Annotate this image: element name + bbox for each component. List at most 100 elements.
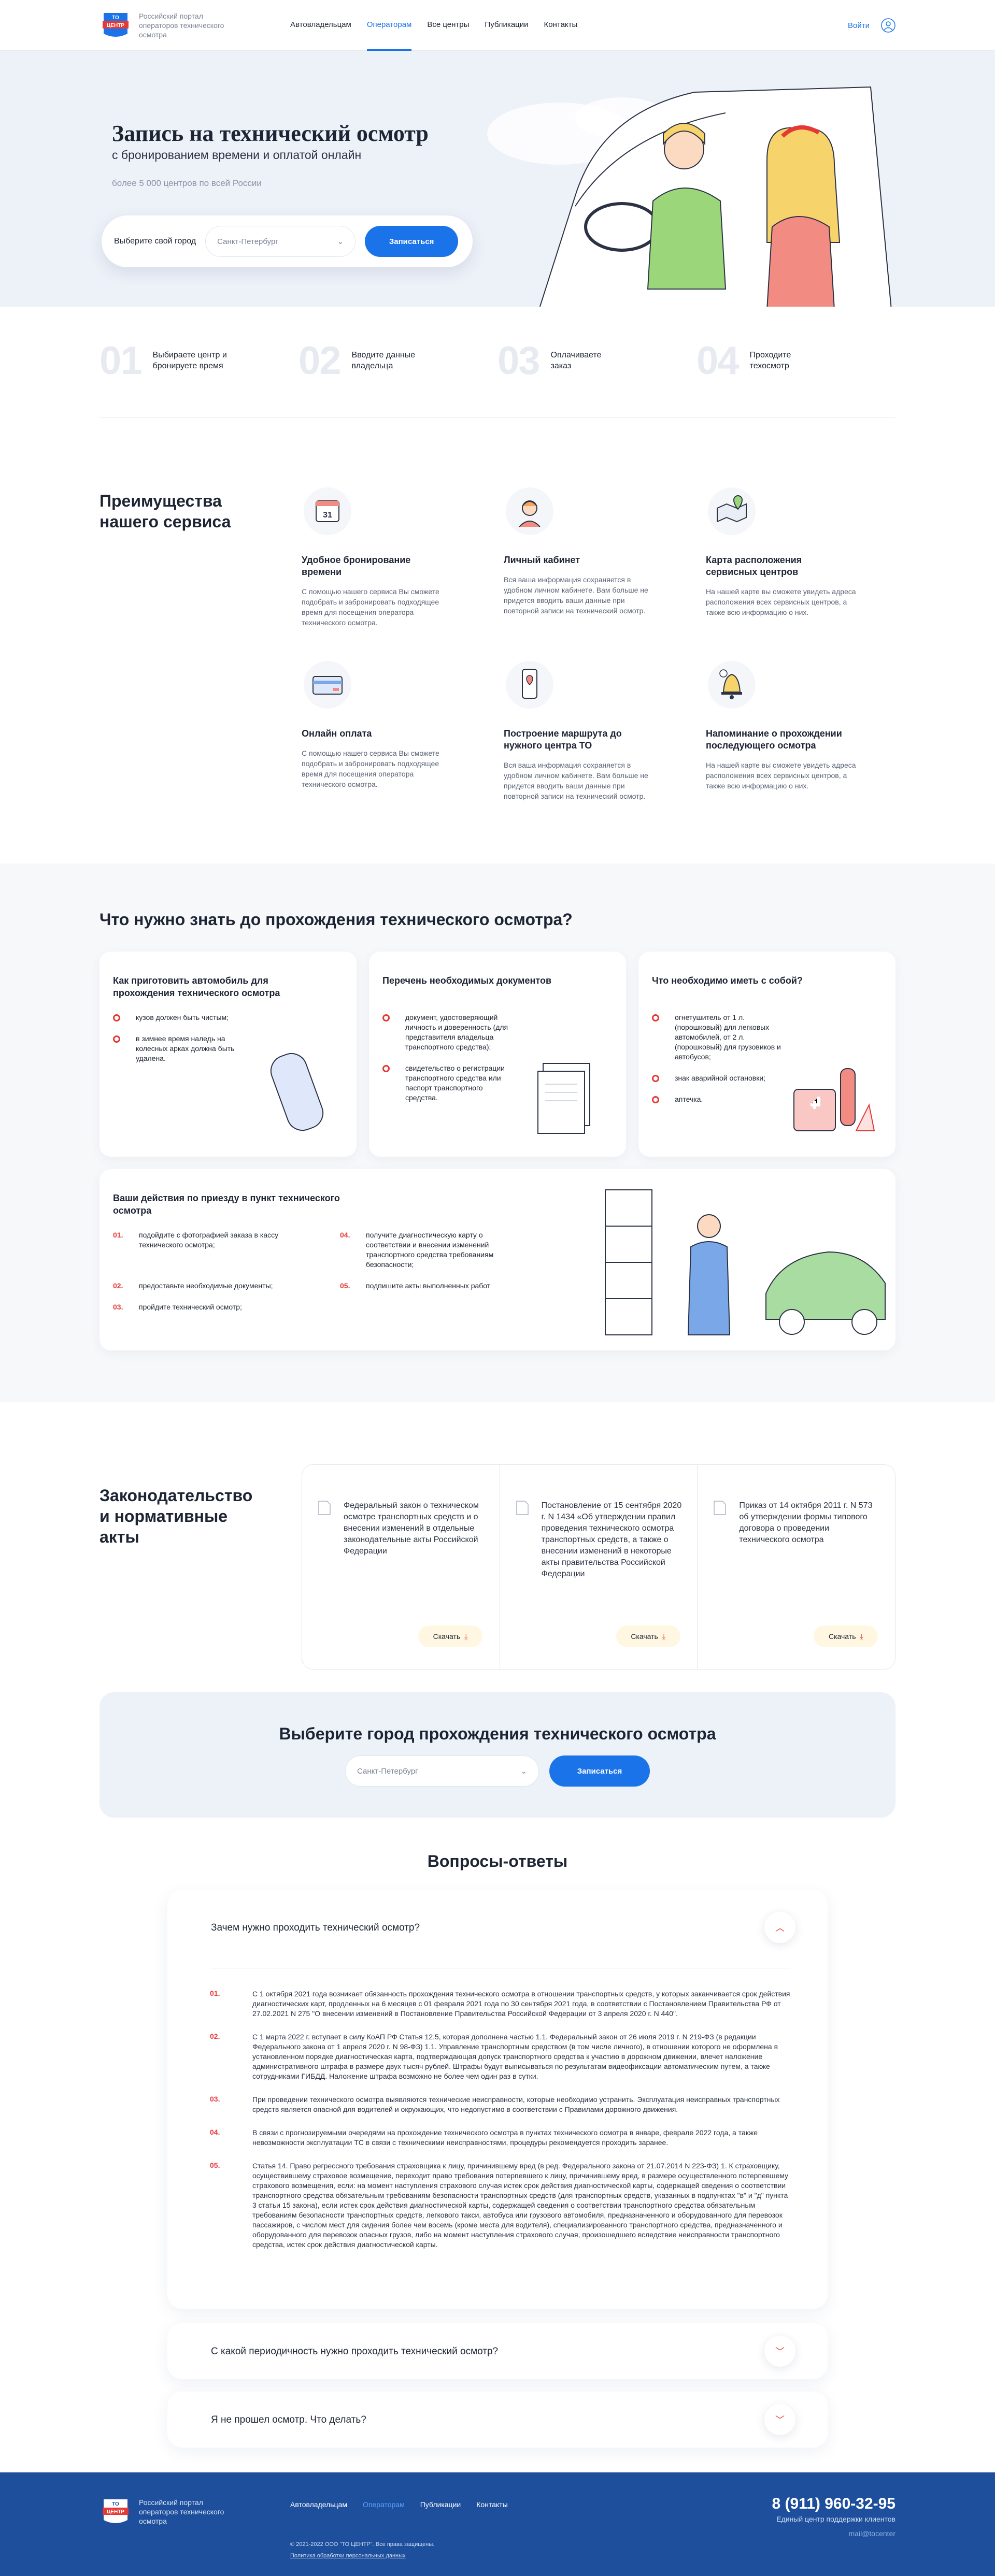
footer-nav-contacts[interactable]: Контакты <box>476 2500 507 2509</box>
benefit-title: Онлайн оплата <box>302 728 372 739</box>
law-text: Федеральный закон о техническом осмотре … <box>344 1501 479 1556</box>
benefit-text: С помощью нашего сервиса Вы сможете подо… <box>302 587 439 627</box>
card-list: огнетушитель от 1 л. (порошковый) для ле… <box>652 1013 781 1116</box>
city-select-value: Санкт-Петербург <box>357 1766 418 1776</box>
info-card-car: Как приготовить автомобиль для прохожден… <box>100 952 357 1157</box>
footer-logo[interactable]: ТО ЦЕНТР Российский портал операторов те… <box>100 2497 232 2526</box>
benefit-text: Вся ваша информация сохраняется в удобно… <box>504 761 648 800</box>
step-number: 04 <box>696 338 740 383</box>
documents-illustration <box>537 1063 590 1134</box>
chevron-up-icon[interactable]: ︿ <box>764 1912 795 1943</box>
svg-text:31: 31 <box>323 511 332 520</box>
answer-item: 02. С 1 марта 2022 г. вступает в силу КоА… <box>210 2032 790 2081</box>
svg-text:ТО: ТО <box>112 15 119 21</box>
book-button[interactable]: Записаться <box>365 226 459 257</box>
choose-title: Выберите город прохождения технического … <box>279 1724 716 1743</box>
map-icon <box>708 487 756 535</box>
centers-count: более 5 000 центров по всей России <box>112 178 262 188</box>
copyright: © 2021-2022 ООО "ТО ЦЕНТР". Все права за… <box>290 2541 435 2548</box>
logo-icon: ТО ЦЕНТР <box>103 2499 129 2523</box>
answer-number: 04. <box>210 2128 220 2136</box>
pdf-icon <box>714 1501 727 1515</box>
action-number: 01. <box>113 1231 123 1239</box>
book-button[interactable]: Записаться <box>549 1755 650 1787</box>
download-icon: ⤓ <box>662 1632 666 1640</box>
actions-list: 01. подойдите с фотографией заказа в касс… <box>113 1230 528 1312</box>
car-illustration <box>270 1053 324 1131</box>
info-card-equipment: Что необходимо иметь с собой? огнетушите… <box>638 952 895 1157</box>
logo[interactable]: ТО ЦЕНТР Российский портал операторов те… <box>100 11 290 40</box>
bell-icon <box>708 661 756 709</box>
choose-city-section: Выберите город прохождения технического … <box>100 1692 895 1818</box>
faq-section: Вопросы-ответы Зачем нужно проходить тех… <box>100 1818 895 2466</box>
list-item: кузов должен быть чистым; <box>113 1013 253 1023</box>
answer-item: 01. С 1 октября 2021 года возникает обяза… <box>210 1989 790 2019</box>
support-phone[interactable]: 8 (911) 960-32-95 <box>772 2495 895 2513</box>
footer-nav-owners[interactable]: Автовладельцам <box>290 2500 347 2509</box>
support-label: Единый центр поддержки клиентов <box>776 2515 895 2523</box>
calendar-icon: 31 <box>304 487 351 535</box>
benefit-text: Вся ваша информация сохраняется в удобно… <box>504 575 648 615</box>
card-title: Перечень необходимых документов <box>382 975 552 986</box>
step-text: Проходите техосмотр <box>749 351 791 370</box>
answer-item: 03. При проведении технического осмотра в… <box>210 2095 790 2114</box>
action-item: 02. предоставьте необходимые документы; <box>113 1281 340 1291</box>
nav-contacts[interactable]: Контакты <box>544 0 578 51</box>
faq-item[interactable]: Я не прошел осмотр. Что делать? ﹀ <box>167 2392 828 2448</box>
action-text: пройдите технический осмотр; <box>139 1303 242 1311</box>
law-text: Приказ от 14 октября 2011 г. N 573 об ут… <box>739 1501 873 1544</box>
download-button[interactable]: Скачать ⤓ <box>418 1625 482 1647</box>
card-title: Ваши действия по приезду в пункт техниче… <box>113 1193 340 1216</box>
city-label: Выберите свой город <box>114 237 196 246</box>
faq-question[interactable]: Зачем нужно проходить технический осмотр… <box>211 1922 420 1934</box>
user-icon[interactable] <box>881 18 895 33</box>
chevron-down-icon[interactable]: ﹀ <box>764 2336 795 2367</box>
download-label: Скачать <box>631 1632 658 1640</box>
laws-section: Законодательство и нормативные акты Феде… <box>100 1402 895 1692</box>
benefit-card: Напоминание о прохождении последующего о… <box>706 659 908 801</box>
privacy-policy-link[interactable]: Политика обработки персональных данных <box>290 2553 406 2559</box>
card-list: кузов должен быть чистым; в зимнее время… <box>113 1013 253 1075</box>
logo-text: Российский портал операторов техническог… <box>139 12 224 39</box>
step-text: Вводите данные владельца <box>351 351 416 370</box>
footer-logo-text: Российский портал операторов техническог… <box>139 2498 224 2525</box>
download-button[interactable]: Скачать ⤓ <box>814 1625 878 1647</box>
nav-all-centers[interactable]: Все центры <box>427 0 469 51</box>
nav-publications[interactable]: Публикации <box>485 0 528 51</box>
action-number: 03. <box>113 1303 123 1311</box>
hero-title: Запись на технический осмотр <box>112 121 429 146</box>
law-card: Постановление от 15 сентября 2020 г. N 1… <box>500 1465 698 1669</box>
action-text: подойдите с фотографией заказа в кассу т… <box>139 1231 279 1249</box>
list-item: в зимнее время наледь на колесных арках … <box>113 1034 253 1063</box>
download-button[interactable]: Скачать ⤓ <box>616 1625 680 1647</box>
footer-contacts: 8 (911) 960-32-95 Единый центр поддержки… <box>772 2495 895 2538</box>
nav-owners[interactable]: Автовладельцам <box>290 0 351 51</box>
mechanic-illustration <box>605 1189 886 1335</box>
city-select[interactable]: Санкт-Петербург ⌄ <box>205 226 356 257</box>
answer-number: 01. <box>210 1989 220 1997</box>
footer-legal: © 2021-2022 ООО "ТО ЦЕНТР". Все права за… <box>290 2539 434 2561</box>
step-text: Оплачиваете заказ <box>550 351 602 370</box>
footer-nav-operators[interactable]: Операторам <box>363 2500 405 2509</box>
list-item: документ, удостоверяющий личность и дове… <box>382 1013 512 1052</box>
benefit-card: Личный кабинет Вся ваша информация сохра… <box>504 485 706 628</box>
benefits-grid: 31 Удобное бронирование времени С помощь… <box>302 485 895 801</box>
hero-city-form: Выберите свой город Санкт-Петербург ⌄ За… <box>102 215 473 267</box>
know-title: Что нужно знать до прохождения техническ… <box>100 910 573 929</box>
support-email[interactable]: mail@tocenter <box>772 2529 895 2538</box>
login-link[interactable]: Войти <box>848 21 870 30</box>
chevron-down-icon[interactable]: ﹀ <box>764 2404 795 2435</box>
benefit-card: Построение маршрута до нужного центра ТО… <box>504 659 706 801</box>
city-select[interactable]: Санкт-Петербург ⌄ <box>345 1755 539 1787</box>
faq-question[interactable]: Я не прошел осмотр. Что делать? <box>211 2414 366 2426</box>
faq-question[interactable]: С какой периодичность нужно проходить те… <box>211 2346 498 2357</box>
answer-number: 03. <box>210 2095 220 2103</box>
laws-title: Законодательство и нормативные акты <box>100 1486 253 1546</box>
download-icon: ⤓ <box>860 1632 863 1640</box>
footer-nav-publications[interactable]: Публикации <box>420 2500 461 2509</box>
answer-item: 04. В связи с прогнозируемыми очередями н… <box>210 2128 790 2148</box>
faq-item[interactable]: С какой периодичность нужно проходить те… <box>167 2323 828 2379</box>
laws-grid: Федеральный закон о техническом осмотре … <box>302 1464 895 1670</box>
hero-subtitle: с бронированием времени и оплатой онлайн <box>112 148 362 162</box>
nav-operators[interactable]: Операторам <box>366 0 412 51</box>
